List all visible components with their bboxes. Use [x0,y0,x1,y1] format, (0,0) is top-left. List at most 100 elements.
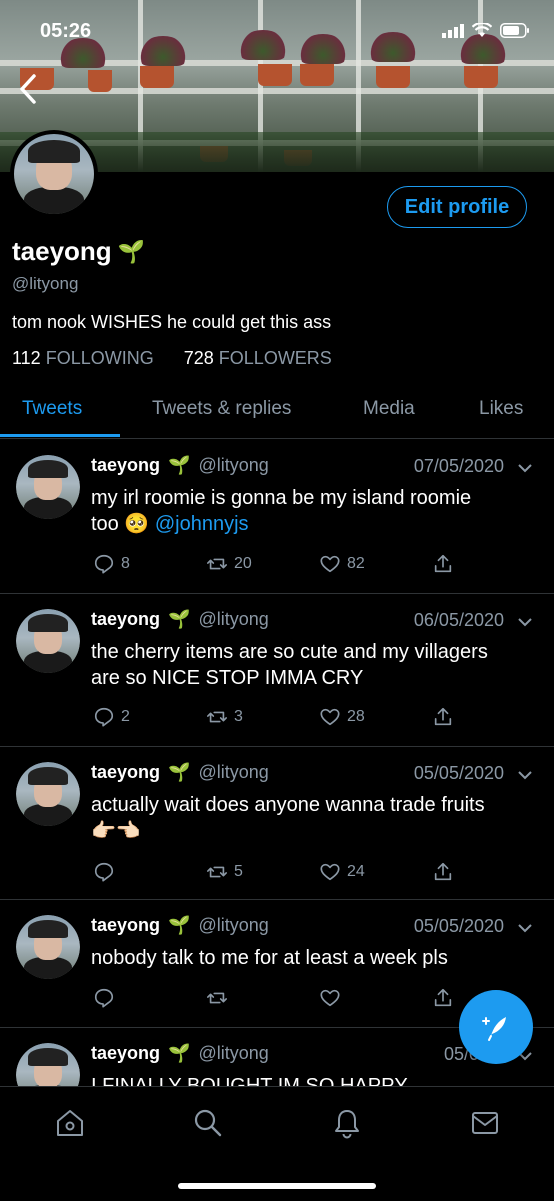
retweet-button[interactable] [206,987,319,1009]
reply-count: 8 [121,555,130,572]
tweet-author-name: taeyong [91,915,161,935]
tweet-date: 05/05/2020 [413,763,504,783]
tab-tweets-replies[interactable]: Tweets & replies [152,398,291,420]
tweet-author-handle: @lityong [198,762,269,782]
tweet-item[interactable]: taeyong 🌱 @lityong 05/05/2020 actually w… [0,746,554,900]
profile-handle: @lityong [12,274,79,293]
wifi-icon [472,23,492,37]
like-button[interactable]: 24 [319,861,432,883]
tweet-text-line: my irl roomie is gonna be my island room… [91,487,472,509]
reply-button[interactable]: 2 [93,706,206,728]
seedling-emoji: 🌱 [168,609,191,629]
status-bar: 05:26 [0,20,554,46]
tweet-avatar[interactable] [16,915,80,979]
chevron-down-icon[interactable] [518,461,532,475]
retweet-button[interactable]: 20 [206,553,319,575]
tweet-avatar[interactable] [16,609,80,673]
like-count: 28 [347,708,365,725]
share-icon [434,707,452,726]
active-tab-indicator [0,434,120,437]
tweet-text-line: actually wait does anyone wanna trade fr… [91,794,485,816]
home-indicator[interactable] [178,1183,376,1189]
profile-avatar[interactable] [10,130,98,218]
compose-tweet-button[interactable] [459,990,533,1064]
tweet-author-name: taeyong [91,762,161,782]
retweet-count: 5 [234,863,243,880]
compose-tweet-icon [482,1017,506,1041]
tab-likes[interactable]: Likes [479,398,523,420]
tweet-text-line: the cherry items are so cute and my vill… [91,641,488,663]
tweet-avatar[interactable] [16,762,80,826]
tweet-text: nobody talk to me for at least a week pl… [91,945,531,971]
share-button[interactable] [432,706,545,728]
tweet-text-line: nobody talk to me for at least a week pl… [91,947,448,969]
tweet-text: actually wait does anyone wanna trade fr… [91,792,531,844]
retweet-button[interactable]: 3 [206,706,319,728]
tweet-author-name: taeyong [91,455,161,475]
profile-name-text: taeyong [12,236,112,266]
heart-icon [320,863,340,881]
like-button[interactable]: 28 [319,706,432,728]
seedling-emoji: 🌱 [168,915,191,935]
tweet-item[interactable]: taeyong 🌱 @lityong 06/05/2020 the cherry… [0,593,554,747]
seedling-emoji: 🌱 [168,455,191,475]
seedling-emoji: 🌱 [117,238,146,264]
chevron-down-icon[interactable] [518,615,532,629]
following-count: 112 [12,348,41,368]
share-button[interactable] [432,553,545,575]
heart-icon [320,708,340,726]
tweet-text: I FINALLY BOUGHT IM SO HAPPY [91,1073,531,1087]
reply-button[interactable] [93,987,206,1009]
tab-tweets[interactable]: Tweets [22,398,82,420]
profile-name: taeyong 🌱 [12,236,145,267]
retweet-icon [207,992,227,1004]
status-time: 05:26 [40,20,92,42]
edit-profile-button[interactable]: Edit profile [387,186,527,228]
heart-icon [320,555,340,573]
tab-media[interactable]: Media [363,398,415,420]
battery-icon [500,23,529,38]
signal-icon [442,23,464,38]
share-button[interactable] [432,861,545,883]
tweet-text-line: 👉🏻👈🏻 [91,820,141,842]
like-count: 24 [347,863,365,880]
mention-link[interactable]: @johnnyjs [155,513,249,535]
profile-tabs: Tweets Tweets & replies Media Likes [0,386,554,439]
retweet-button[interactable]: 5 [206,861,319,883]
reply-icon [94,707,114,727]
tweet-author-name: taeyong [91,1043,161,1063]
reply-button[interactable]: 8 [93,553,206,575]
chevron-down-icon[interactable] [518,768,532,782]
mail-icon[interactable] [469,1107,501,1139]
reply-icon [94,862,114,882]
reply-icon [94,988,114,1008]
profile-bio: tom nook WISHES he could get this ass [12,312,332,332]
following-label: FOLLOWING [45,348,154,368]
chevron-down-icon[interactable] [518,921,532,935]
followers-label: FOLLOWERS [218,348,332,368]
seedling-emoji: 🌱 [168,1043,191,1063]
home-icon[interactable] [54,1107,86,1139]
tweet-author-handle: @lityong [198,1043,269,1063]
bell-icon[interactable] [331,1107,363,1139]
back-arrow-icon[interactable] [12,72,46,106]
search-icon[interactable] [192,1107,224,1139]
tweet-author-handle: @lityong [198,455,269,475]
retweet-count: 20 [234,555,252,572]
like-button[interactable] [319,987,432,1009]
tweet-author-handle: @lityong [198,609,269,629]
like-button[interactable]: 82 [319,553,432,575]
tweet-text-line: are so NICE STOP IMMA CRY [91,667,364,689]
following-stat[interactable]: 112 FOLLOWING [12,348,154,369]
reply-count: 2 [121,708,130,725]
tweet-author-name: taeyong [91,609,161,629]
tweet-text-line: too 🥺 [91,513,155,535]
tweet-avatar[interactable] [16,1043,80,1087]
tweet-author-handle: @lityong [198,915,269,935]
reply-button[interactable] [93,861,206,883]
tweet-avatar[interactable] [16,455,80,519]
retweet-icon [207,866,227,878]
followers-stat[interactable]: 728 FOLLOWERS [184,348,332,369]
tweet-item[interactable]: taeyong 🌱 @lityong 07/05/2020 my irl roo… [0,439,554,594]
retweet-icon [207,711,227,723]
